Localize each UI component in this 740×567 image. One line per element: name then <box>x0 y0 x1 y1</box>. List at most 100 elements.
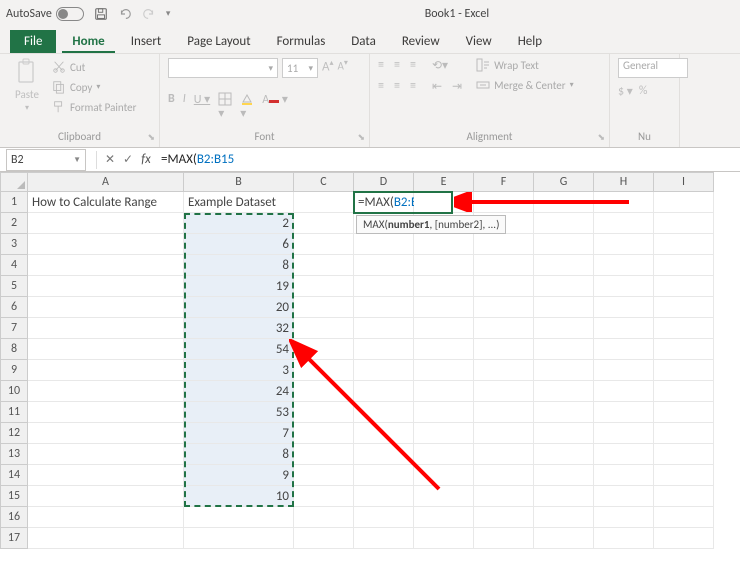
cell[interactable] <box>28 213 184 234</box>
cell[interactable]: =MAX(B2:B15 <box>354 192 414 213</box>
orientation-icon[interactable]: ⟲▾ <box>432 58 448 73</box>
cell[interactable] <box>414 255 474 276</box>
percent-icon[interactable]: % <box>639 84 648 99</box>
cell[interactable] <box>534 192 594 213</box>
cell[interactable] <box>28 444 184 465</box>
cell[interactable] <box>594 360 654 381</box>
cell[interactable] <box>414 423 474 444</box>
cell[interactable] <box>28 360 184 381</box>
row-header[interactable]: 10 <box>0 381 28 402</box>
align-middle-icon[interactable]: ≡ <box>394 58 400 73</box>
spreadsheet-grid[interactable]: ABCDEFGHI 1234567891011121314151617 How … <box>0 172 740 567</box>
column-header[interactable]: E <box>414 172 474 192</box>
cell[interactable] <box>414 192 474 213</box>
cell[interactable] <box>354 486 414 507</box>
cell[interactable] <box>414 528 474 549</box>
cell[interactable]: 19 <box>184 276 294 297</box>
row-header[interactable]: 5 <box>0 276 28 297</box>
cell[interactable] <box>474 234 534 255</box>
cell[interactable] <box>28 255 184 276</box>
cell[interactable] <box>294 423 354 444</box>
cell[interactable] <box>414 507 474 528</box>
cell[interactable] <box>534 507 594 528</box>
cell[interactable]: 24 <box>184 381 294 402</box>
cell[interactable] <box>594 486 654 507</box>
cell[interactable] <box>534 486 594 507</box>
cell[interactable]: 20 <box>184 297 294 318</box>
number-format-select[interactable]: General <box>618 58 688 78</box>
cell[interactable] <box>534 339 594 360</box>
cell[interactable] <box>654 465 714 486</box>
cell[interactable] <box>414 486 474 507</box>
cell[interactable] <box>594 297 654 318</box>
column-header[interactable]: D <box>354 172 414 192</box>
cell[interactable] <box>414 381 474 402</box>
italic-button[interactable]: I <box>183 92 186 121</box>
save-icon[interactable] <box>94 7 108 21</box>
cell[interactable] <box>474 318 534 339</box>
cell[interactable] <box>534 276 594 297</box>
cell[interactable] <box>354 318 414 339</box>
cell[interactable] <box>294 276 354 297</box>
cancel-icon[interactable]: ✕ <box>101 152 119 167</box>
cell[interactable] <box>28 297 184 318</box>
font-size-select[interactable]: 11▾ <box>282 58 318 78</box>
cell[interactable] <box>414 297 474 318</box>
row-header[interactable]: 16 <box>0 507 28 528</box>
align-left-icon[interactable]: ≡ <box>378 79 384 94</box>
decrease-font-icon[interactable]: A▾ <box>338 58 348 78</box>
cell[interactable] <box>654 234 714 255</box>
cell[interactable] <box>294 360 354 381</box>
cell[interactable] <box>534 381 594 402</box>
decrease-indent-icon[interactable]: ⇤ <box>432 79 442 94</box>
cell[interactable] <box>294 192 354 213</box>
row-header[interactable]: 12 <box>0 423 28 444</box>
launcher-icon[interactable]: ⬊ <box>597 132 605 143</box>
cell[interactable]: 53 <box>184 402 294 423</box>
cell[interactable] <box>28 486 184 507</box>
redo-icon[interactable] <box>142 7 156 21</box>
cell[interactable]: 8 <box>184 444 294 465</box>
cell[interactable] <box>294 528 354 549</box>
cell[interactable] <box>414 339 474 360</box>
copy-button[interactable]: Copy ▾ <box>52 78 136 96</box>
cell[interactable] <box>594 528 654 549</box>
launcher-icon[interactable]: ⬊ <box>357 132 365 143</box>
cell[interactable] <box>294 465 354 486</box>
cell[interactable] <box>654 402 714 423</box>
align-right-icon[interactable]: ≡ <box>410 79 416 94</box>
cell[interactable]: Example Dataset <box>184 192 294 213</box>
row-header[interactable]: 11 <box>0 402 28 423</box>
cell[interactable]: 9 <box>184 465 294 486</box>
select-all-corner[interactable] <box>0 172 28 192</box>
cell[interactable] <box>534 402 594 423</box>
cell[interactable] <box>354 276 414 297</box>
cell[interactable] <box>354 234 414 255</box>
row-header[interactable]: 2 <box>0 213 28 234</box>
tab-help[interactable]: Help <box>508 30 552 53</box>
cell[interactable] <box>654 318 714 339</box>
cell[interactable] <box>294 234 354 255</box>
cell[interactable] <box>354 465 414 486</box>
cell[interactable] <box>654 528 714 549</box>
cell[interactable] <box>654 255 714 276</box>
wrap-text-button[interactable]: Wrap Text <box>476 58 574 72</box>
cell[interactable] <box>594 255 654 276</box>
cell[interactable] <box>654 423 714 444</box>
column-header[interactable]: C <box>294 172 354 192</box>
cell[interactable] <box>294 444 354 465</box>
cell[interactable] <box>294 213 354 234</box>
fill-color-button[interactable]: ▾ <box>240 92 254 121</box>
cell[interactable] <box>354 381 414 402</box>
row-header[interactable]: 14 <box>0 465 28 486</box>
border-button[interactable]: ▾ <box>218 92 232 121</box>
cell[interactable] <box>294 402 354 423</box>
cell[interactable]: 10 <box>184 486 294 507</box>
cell[interactable] <box>534 423 594 444</box>
cell[interactable] <box>474 339 534 360</box>
cell[interactable] <box>294 507 354 528</box>
currency-icon[interactable]: $ ▾ <box>618 84 633 99</box>
cell[interactable] <box>28 339 184 360</box>
bold-button[interactable]: B <box>168 92 175 121</box>
cell[interactable]: 32 <box>184 318 294 339</box>
